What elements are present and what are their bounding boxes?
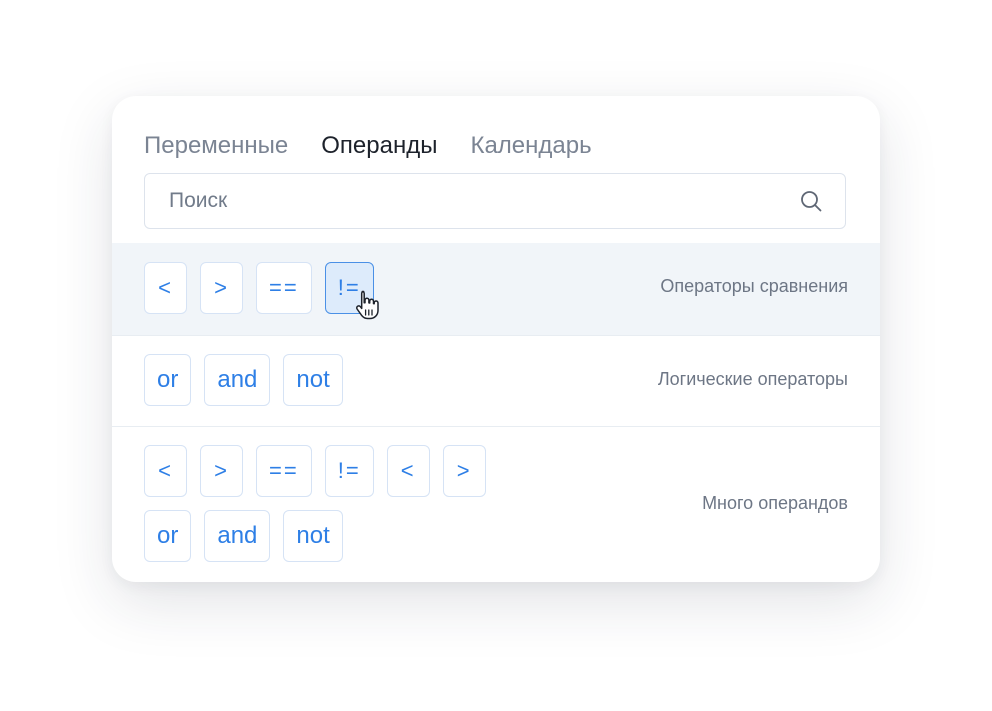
operator-not-equals[interactable]: !=	[324, 445, 374, 497]
section-logical-operators: or and not Логические операторы	[112, 335, 880, 426]
operator-not-equals-label: !=	[337, 275, 361, 300]
operator-and[interactable]: and	[204, 354, 271, 406]
section-label-comparison: Операторы сравнения	[660, 276, 848, 296]
operator-and[interactable]: and	[204, 510, 271, 562]
section-many-operands: < > == != < > or and not Много операндов	[112, 426, 880, 582]
operator-greater-than[interactable]: >	[442, 445, 486, 497]
operator-row: or and not	[144, 354, 343, 406]
operator-not-equals[interactable]: !=	[324, 262, 379, 320]
search-box	[144, 173, 846, 229]
operator-or[interactable]: or	[144, 354, 192, 406]
operator-row: < > == !=	[144, 262, 379, 320]
operands-panel: Переменные Операнды Календарь < > == !=	[112, 96, 880, 582]
operator-not[interactable]: not	[283, 510, 343, 562]
operator-less-than[interactable]: <	[144, 262, 187, 314]
operator-less-than[interactable]: <	[144, 445, 187, 497]
tab-bar: Переменные Операнды Календарь	[144, 130, 592, 162]
operator-less-than[interactable]: <	[386, 445, 430, 497]
operator-row: < > == != < >	[144, 445, 486, 497]
operator-row: or and not	[144, 510, 343, 562]
section-label-many-operands: Много операндов	[702, 493, 848, 513]
operator-greater-than[interactable]: >	[200, 445, 243, 497]
section-comparison-operators: < > == != Операторы сравнения	[112, 243, 880, 335]
operator-equals[interactable]: ==	[256, 445, 312, 497]
tab-variables[interactable]: Переменные	[144, 130, 288, 162]
operator-greater-than[interactable]: >	[200, 262, 243, 314]
section-label-logical: Логические операторы	[657, 369, 848, 389]
search-icon[interactable]	[799, 189, 823, 213]
operator-or[interactable]: or	[144, 510, 192, 562]
operator-equals[interactable]: ==	[256, 262, 312, 314]
tab-operands[interactable]: Операнды	[321, 130, 437, 162]
operator-not[interactable]: not	[283, 354, 343, 406]
tab-calendar[interactable]: Календарь	[470, 130, 591, 162]
search-input[interactable]	[169, 174, 769, 227]
